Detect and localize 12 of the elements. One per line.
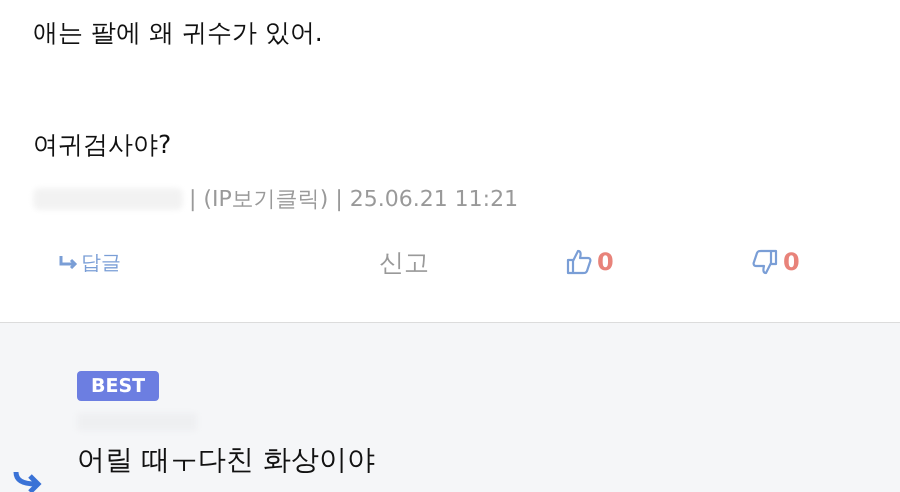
reply-arrow-icon	[59, 255, 79, 269]
like-button[interactable]: 0	[565, 248, 751, 276]
report-button[interactable]: 신고	[379, 246, 565, 278]
comment-text: 여귀검사야?	[33, 129, 172, 161]
thumbs-down-icon	[751, 248, 779, 276]
comment-text: 애는 팔에 왜 귀수가 있어.	[33, 17, 324, 49]
best-badge: BEST	[77, 371, 160, 401]
reply-button[interactable]: 답글	[59, 248, 379, 276]
reply-text: 어릴 때ㅜ다친 화상이야	[77, 442, 376, 478]
dislike-button[interactable]: 0	[751, 248, 800, 276]
thumbs-up-icon	[565, 248, 593, 276]
comment-meta: | (IP보기클릭) | 25.06.21 11:21	[189, 186, 518, 214]
